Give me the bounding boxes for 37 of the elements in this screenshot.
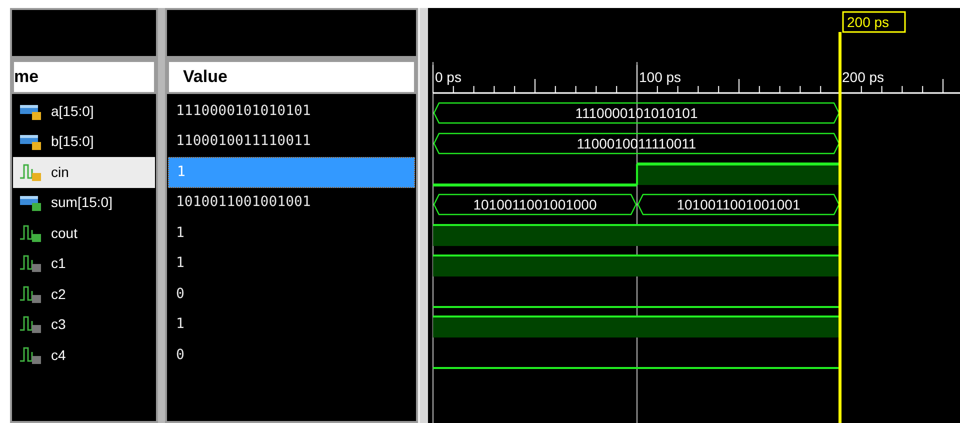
signal-name-row[interactable]: c1 bbox=[13, 248, 155, 279]
time-label: 100 ps bbox=[639, 69, 682, 85]
splitter[interactable] bbox=[418, 8, 428, 423]
signal-value[interactable]: 1 bbox=[168, 218, 415, 248]
signal-name: c1 bbox=[51, 254, 66, 274]
signal-value[interactable]: 1 bbox=[168, 248, 415, 279]
signal-name: cout bbox=[51, 224, 78, 243]
signal-name: c3 bbox=[51, 315, 66, 334]
signal-name-row[interactable]: c3 bbox=[13, 310, 155, 340]
signal-name: sum[15:0] bbox=[51, 193, 112, 212]
signal-name: cin bbox=[51, 162, 69, 182]
signal-name-row[interactable]: cin bbox=[13, 157, 155, 188]
signal-name: c2 bbox=[51, 284, 66, 304]
signal-value[interactable]: 1 bbox=[168, 310, 415, 340]
signal-value[interactable]: 1100010011110011 bbox=[168, 126, 415, 157]
signal-name: b[15:0] bbox=[51, 132, 94, 152]
cursor-label: 200 ps bbox=[847, 14, 890, 30]
bus-value: 1010011001001001 bbox=[676, 196, 800, 212]
signal-value[interactable]: 0 bbox=[168, 279, 415, 310]
signal-name: c4 bbox=[51, 346, 66, 365]
signal-name-row[interactable]: c4 bbox=[13, 340, 155, 370]
time-cursor[interactable] bbox=[838, 11, 906, 423]
signal-value[interactable]: 1010011001001001 bbox=[168, 188, 415, 218]
signal-value[interactable]: 0 bbox=[168, 340, 415, 370]
time-label: 0 ps bbox=[435, 69, 462, 85]
splitter[interactable] bbox=[158, 8, 165, 423]
column-header[interactable]: Value bbox=[167, 60, 416, 94]
time-label: 200 ps bbox=[842, 69, 884, 85]
bus-value: 1010011001001000 bbox=[473, 196, 597, 212]
column-header[interactable]: me bbox=[12, 60, 156, 94]
signal-name: a[15:0] bbox=[51, 102, 94, 121]
signal-name-row[interactable]: a[15:0] bbox=[13, 96, 155, 126]
signal-name-row[interactable]: c2 bbox=[13, 279, 155, 310]
signal-name-row[interactable]: b[15:0] bbox=[13, 126, 155, 157]
signal-name-row[interactable]: sum[15:0] bbox=[13, 188, 155, 218]
signal-name-row[interactable]: cout bbox=[13, 218, 155, 248]
signal-value[interactable]: 1110000101010101 bbox=[168, 96, 415, 126]
